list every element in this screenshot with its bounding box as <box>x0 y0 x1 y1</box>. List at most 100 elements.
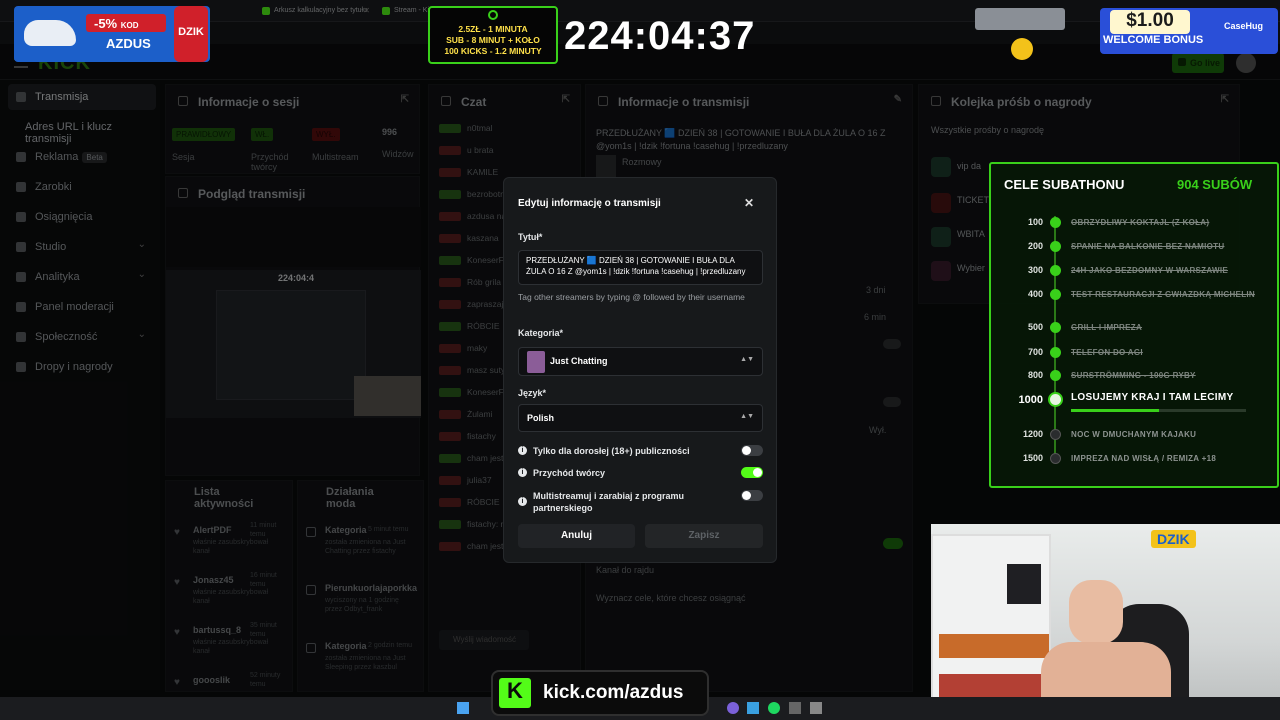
goal-dot <box>1050 453 1061 464</box>
goal-dot <box>1050 394 1061 405</box>
goal-subs: 1200 <box>1022 429 1043 439</box>
goal-dot <box>1050 322 1061 333</box>
spotify-icon[interactable] <box>768 702 780 714</box>
category-select[interactable]: Just Chatting ▲▼ <box>518 347 763 376</box>
casehug-banner: $1.00 WELCOME BONUS CaseHug <box>975 0 1280 66</box>
edit-stream-info-modal: Edytuj informację o transmisji ✕ Tytuł* … <box>503 177 777 563</box>
subathon-goal-row: 800 SURSTRÖMMING - 100G RYBY <box>1009 367 1275 391</box>
revenue-toggle[interactable] <box>741 467 763 478</box>
goal-text: TEST RESTAURACJI Z GWIAZDKĄ MICHELIN <box>1071 290 1255 299</box>
goal-subs: 700 <box>1027 347 1043 357</box>
discord-icon[interactable] <box>727 702 739 714</box>
subathon-title: CELE SUBATHONU <box>1004 177 1125 192</box>
bonus-box: $1.00 WELCOME BONUS CaseHug <box>1100 8 1278 54</box>
sub-info-box: 2.5ZŁ - 1 MINUTA SUB - 8 MINUT + KOŁO 10… <box>428 6 558 64</box>
select-arrows-icon: ▲▼ <box>740 356 754 363</box>
subathon-goal-row: 1000 LOSUJEMY KRAJ I TAM LECIMY <box>1009 391 1275 415</box>
sub-info-line: 2.5ZŁ - 1 MINUTA <box>458 24 528 34</box>
bonus-amount: $1.00 <box>1110 10 1190 34</box>
toggle-row-revenue: i Przychód twórcy <box>518 466 763 486</box>
goal-text: TELEFON DO AGI <box>1071 348 1143 357</box>
goal-dot <box>1050 241 1061 252</box>
subathon-goal-row: 1500 IMPREZA NAD WISŁĄ / REMIZA +18 <box>1009 450 1275 474</box>
language-select[interactable]: Polish ▲▼ <box>518 404 763 432</box>
goal-text: SURSTRÖMMING - 100G RYBY <box>1071 371 1196 380</box>
goal-text: LOSUJEMY KRAJ I TAM LECIMY <box>1071 392 1234 403</box>
gun-graphic <box>975 8 1065 30</box>
coin-icon <box>1011 38 1033 60</box>
sub-info-line: 100 KICKS - 1.2 MINUTY <box>444 46 542 56</box>
subathon-goal-row: 1200 NOC W DMUCHANYM KAJAKU <box>1009 426 1275 450</box>
language-label: Język* <box>518 388 547 398</box>
adult-toggle[interactable] <box>741 445 763 456</box>
title-label: Tytuł* <box>518 232 543 242</box>
subathon-goal-row: 100 OBRZYDLIWY KOKTAJL (Z KOŁA) <box>1009 214 1275 238</box>
goal-dot <box>1050 370 1061 381</box>
toggle-row-adult: i Tylko dla dorosłej (18+) publiczności <box>518 444 763 464</box>
goal-subs: 100 <box>1027 217 1043 227</box>
goal-text: IMPREZA NAD WISŁĄ / REMIZA +18 <box>1071 454 1217 463</box>
casehug-logo: CaseHug <box>1224 21 1264 31</box>
subathon-goal-row: 500 GRILL I IMPREZA <box>1009 319 1275 343</box>
goal-text: NOC W DMUCHANYM KAJAKU <box>1071 430 1197 439</box>
goal-progress-fill <box>1071 409 1159 412</box>
subathon-goals-overlay: CELE SUBATHONU 904 SUBÓW 100 OBRZYDLIWY K… <box>989 162 1279 488</box>
save-button[interactable]: Zapisz <box>645 524 763 548</box>
cancel-button[interactable]: Anuluj <box>518 524 635 548</box>
windows-start-icon[interactable] <box>457 702 469 714</box>
kick-url-banner: K kick.com/azdus <box>491 670 709 716</box>
promo-code: AZDUS <box>106 36 151 51</box>
info-icon: i <box>518 497 527 506</box>
toggle-label: Tylko dla dorosłej (18+) publiczności <box>533 446 690 456</box>
goal-subs: 800 <box>1027 370 1043 380</box>
title-textarea[interactable]: PRZEDŁUŻANY 🟦 DZIEŃ 38 | GOTOWANIE I BUŁ… <box>518 250 763 285</box>
subathon-goal-row: 400 TEST RESTAURACJI Z GWIAZDKĄ MICHELIN <box>1009 286 1275 310</box>
dzik-logo: DZIK <box>1151 530 1196 548</box>
app-icon[interactable] <box>747 702 759 714</box>
subathon-count: 904 SUBÓW <box>1177 177 1253 192</box>
multistream-toggle[interactable] <box>741 490 763 501</box>
goal-subs: 1500 <box>1022 453 1043 463</box>
code-label: KOD <box>120 21 139 30</box>
goal-subs: 200 <box>1027 241 1043 251</box>
toggle-label: Multistreamuj i zarabiaj z programu part… <box>533 491 685 513</box>
kick-k-icon: K <box>499 678 531 708</box>
goal-subs: 300 <box>1027 265 1043 275</box>
streamer-head <box>1069 580 1123 644</box>
toggle-knob <box>742 446 751 455</box>
subathon-goal-row: 300 24H JAKO BEZDOMNY W WARSZAWIE <box>1009 262 1275 286</box>
bonus-label: WELCOME BONUS <box>1103 34 1204 46</box>
app-icon[interactable] <box>810 702 822 714</box>
goal-text: 24H JAKO BEZDOMNY W WARSZAWIE <box>1071 266 1229 275</box>
info-icon: i <box>518 468 527 477</box>
sub-info-line: SUB - 8 MINUT + KOŁO <box>446 35 540 45</box>
clock-icon <box>488 10 498 20</box>
goal-subs: 400 <box>1027 289 1043 299</box>
discount-value: -5% <box>94 16 118 31</box>
goal-dot <box>1050 429 1061 440</box>
goal-dot <box>1050 347 1061 358</box>
close-icon[interactable]: ✕ <box>744 196 754 210</box>
webcam-feed: DZIK <box>931 524 1280 720</box>
dzik-can: DZIK <box>174 6 208 62</box>
toggle-knob <box>742 491 751 500</box>
boar-logo <box>24 20 76 46</box>
modal-title: Edytuj informację o transmisji <box>518 198 661 209</box>
toggle-label: Przychód twórcy <box>533 468 606 478</box>
kick-url-text: kick.com/azdus <box>543 682 684 703</box>
title-hint: Tag other streamers by typing @ followed… <box>518 292 745 302</box>
product-row <box>939 634 1049 658</box>
app-icon[interactable] <box>789 702 801 714</box>
info-icon: i <box>518 446 527 455</box>
category-label: Kategoria* <box>518 328 564 338</box>
category-thumbnail <box>527 351 545 373</box>
goal-text: OBRZYDLIWY KOKTAJL (Z KOŁA) <box>1071 218 1210 227</box>
discount-badge: -5% KOD <box>86 14 166 32</box>
goal-dot <box>1050 217 1061 228</box>
goal-subs: 500 <box>1027 322 1043 332</box>
product-row <box>939 674 1049 698</box>
goal-subs: 1000 <box>1018 394 1043 406</box>
promo-dzik-banner: -5% KOD AZDUS DZIK <box>14 6 210 62</box>
poster <box>1007 564 1041 604</box>
goal-dot <box>1050 265 1061 276</box>
